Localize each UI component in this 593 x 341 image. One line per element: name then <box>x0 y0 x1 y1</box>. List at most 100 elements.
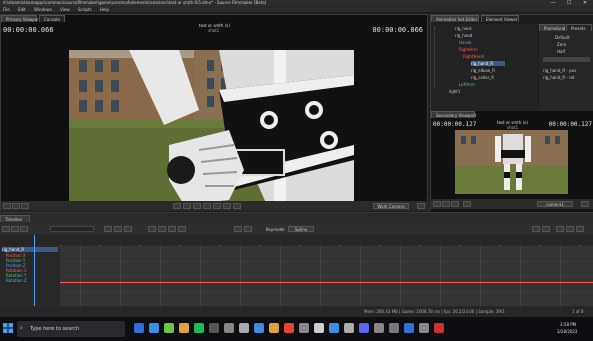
menu-edit[interactable]: Edit <box>18 7 26 12</box>
tree-item[interactable]: RightArm <box>459 47 478 52</box>
channel-filter-input[interactable] <box>50 226 94 232</box>
tab-console[interactable]: Console <box>39 15 65 22</box>
tree-item-selected[interactable]: rig_hand_R <box>471 61 505 66</box>
taskbar-app-icon[interactable] <box>239 323 249 333</box>
move-tool-icon[interactable] <box>433 201 441 207</box>
taskbar-app-icon[interactable] <box>269 323 279 333</box>
scene-render[interactable] <box>69 50 354 210</box>
key-tool-icon[interactable] <box>114 226 122 232</box>
taskbar-app-icon[interactable] <box>434 323 444 333</box>
tab-element-viewer[interactable]: Element Viewer <box>481 15 519 22</box>
channel-item-selected[interactable]: rig_hand_R <box>2 247 58 252</box>
next-key-icon[interactable] <box>223 203 231 209</box>
menu-file[interactable]: File <box>3 7 10 12</box>
zoom-in-icon[interactable] <box>556 226 564 232</box>
skip-end-icon[interactable] <box>233 203 241 209</box>
tab-timeline[interactable]: Timeline <box>0 215 30 222</box>
taskbar-app-icon[interactable] <box>284 323 294 333</box>
menu-help[interactable]: Help <box>100 7 109 12</box>
tab-secondary-viewport[interactable]: Secondary Viewport <box>431 111 476 118</box>
preset-default[interactable]: Default <box>555 35 570 40</box>
time-ruler[interactable] <box>0 235 593 250</box>
preset-zero[interactable]: Zero <box>557 42 566 47</box>
tangent-spline-icon[interactable] <box>158 226 166 232</box>
skip-start-icon[interactable] <box>173 203 181 209</box>
rotate-tool-icon[interactable] <box>12 203 20 209</box>
tree-item[interactable]: LeftArm <box>459 82 475 87</box>
headphones-icon[interactable] <box>532 226 540 232</box>
tab-procedural[interactable]: Procedural <box>539 24 565 31</box>
blend-slider[interactable] <box>543 57 590 62</box>
tangent-step-icon[interactable] <box>168 226 176 232</box>
taskbar-app-icon[interactable] <box>389 323 399 333</box>
scale-tool-icon[interactable] <box>21 203 29 209</box>
menu-view[interactable]: View <box>60 7 70 12</box>
taskbar-app-icon[interactable] <box>359 323 369 333</box>
prev-frame-icon[interactable] <box>193 203 201 209</box>
prev-key-icon[interactable] <box>183 203 191 209</box>
taskbar-app-icon[interactable] <box>179 323 189 333</box>
lock-icon[interactable] <box>234 226 242 232</box>
play-icon[interactable] <box>203 203 211 209</box>
tree-item[interactable]: rig_head <box>455 33 472 38</box>
camera1-button[interactable]: camera1 <box>537 201 573 207</box>
snap-icon[interactable] <box>463 201 471 207</box>
secondary-scene-render[interactable] <box>455 130 568 194</box>
interpolation-dropdown[interactable]: Spline <box>288 226 314 232</box>
tree-item[interactable]: Hands <box>459 40 472 45</box>
select-tool-icon[interactable] <box>104 226 112 232</box>
viewport-settings-icon[interactable] <box>417 203 425 209</box>
taskbar-app-icon[interactable] <box>254 323 264 333</box>
clip-editor-icon[interactable] <box>2 226 10 232</box>
tree-item[interactable]: RightHand <box>463 54 484 59</box>
taskbar-app-icon[interactable] <box>344 323 354 333</box>
menu-scripts[interactable]: Scripts <box>78 7 92 12</box>
taskbar-app-icon[interactable] <box>134 323 144 333</box>
motion-editor-icon[interactable] <box>11 226 19 232</box>
frame-all-icon[interactable] <box>124 226 132 232</box>
menu-windows[interactable]: Windows <box>34 7 52 12</box>
scale-tool-icon[interactable] <box>451 201 459 207</box>
secondary-settings-icon[interactable] <box>581 201 589 207</box>
next-frame-icon[interactable] <box>213 203 221 209</box>
graph-editor-icon[interactable] <box>20 226 28 232</box>
taskbar-app-icon[interactable] <box>419 323 429 333</box>
fit-icon[interactable] <box>576 226 584 232</box>
zoom-out-icon[interactable] <box>566 226 574 232</box>
tree-item[interactable]: rig_elbow_R <box>471 68 495 73</box>
taskbar-app-icon[interactable] <box>164 323 174 333</box>
taskbar-app-icon[interactable] <box>209 323 219 333</box>
tangent-linear-icon[interactable] <box>148 226 156 232</box>
tab-presets[interactable]: Presets <box>566 24 592 31</box>
taskbar-app-icon[interactable] <box>224 323 234 333</box>
windows-start-icon[interactable] <box>3 323 13 333</box>
taskbar-app-icon[interactable] <box>404 323 414 333</box>
taskbar-app-icon[interactable] <box>374 323 384 333</box>
right-panel: Animation Set Editor Element Viewer rig_… <box>430 14 593 212</box>
taskbar-app-icon[interactable] <box>194 323 204 333</box>
tree-item[interactable]: light1 <box>449 89 460 94</box>
preset-half[interactable]: Half <box>557 49 565 54</box>
graph-area[interactable] <box>60 246 593 306</box>
work-camera-button[interactable]: Work Camera <box>373 203 409 209</box>
tree-item[interactable]: rig_neck <box>455 26 472 31</box>
secondary-timecode-right: 00:00:00.127 <box>548 121 592 128</box>
taskbar-app-icon[interactable] <box>329 323 339 333</box>
rig-control-item[interactable]: rig_hand_R - rot <box>543 75 575 80</box>
snap-frame-icon[interactable] <box>244 226 252 232</box>
rotate-tool-icon[interactable] <box>442 201 450 207</box>
channel-item[interactable]: Rotation Z <box>6 278 27 283</box>
move-tool-icon[interactable] <box>3 203 11 209</box>
tab-primary-viewport[interactable]: Primary Viewport <box>1 15 40 22</box>
rig-control-item[interactable]: rig_hand_R - pos <box>543 68 576 73</box>
tree-item[interactable]: rig_collar_R <box>471 75 494 80</box>
taskbar-search-input[interactable]: ⌕ Type here to search <box>17 321 125 337</box>
taskbar-app-icon[interactable] <box>314 323 324 333</box>
taskbar-app-icon[interactable] <box>299 323 309 333</box>
playhead[interactable] <box>34 235 35 306</box>
tangent-flat-icon[interactable] <box>178 226 186 232</box>
tab-animation-set-editor[interactable]: Animation Set Editor <box>431 15 479 22</box>
secondary-scene-image <box>455 130 568 194</box>
taskbar-app-icon[interactable] <box>149 323 159 333</box>
refresh-icon[interactable] <box>542 226 550 232</box>
